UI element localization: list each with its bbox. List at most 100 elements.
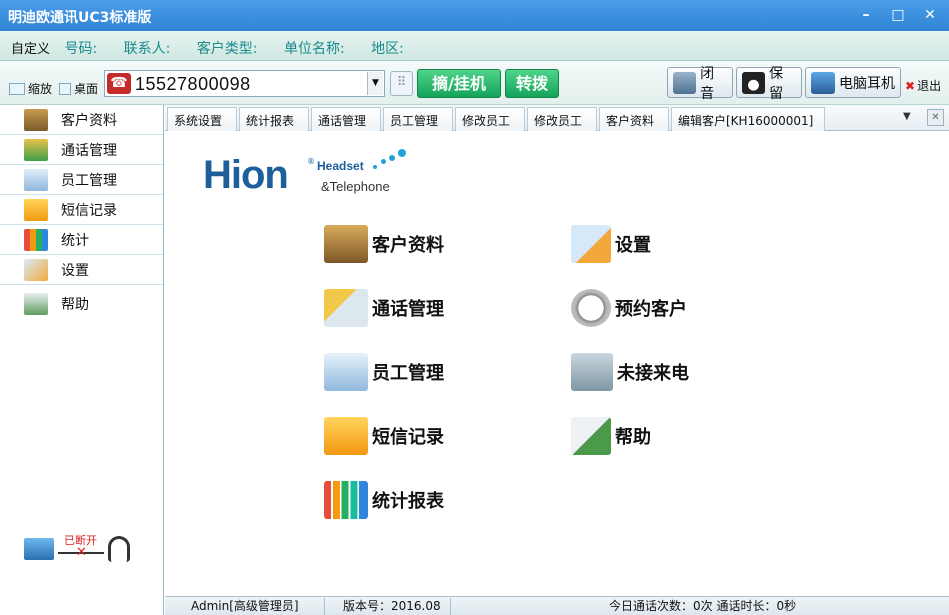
maximize-icon[interactable]: □	[889, 6, 907, 24]
field-customer-type: 客户类型:	[196, 41, 258, 57]
sidebar-item-label: 短信记录	[61, 202, 117, 219]
tab-edit-customer[interactable]: 编辑客户[KH16000001]	[671, 107, 825, 131]
hion-logo: Hion ® Headset &Telephone	[203, 149, 413, 203]
call-manage-icon	[24, 138, 48, 161]
sidebar-item-label: 通话管理	[61, 142, 117, 159]
headphones-icon	[742, 71, 766, 94]
menu-stats-report-label: 统计报表	[372, 491, 444, 512]
menu-missed-calls-label: 未接来电	[617, 363, 689, 384]
call-manage-icon	[324, 289, 368, 327]
menu-calls[interactable]: 通话管理	[324, 289, 444, 327]
close-icon[interactable]: ✕	[927, 109, 944, 126]
status-bar: Admin[高级管理员] 版本号：2016.08 今日通话次数：0次 通话时长：…	[165, 596, 949, 615]
shrink-toggle[interactable]: 缩放	[9, 80, 52, 97]
close-icon[interactable]: ✕	[921, 6, 939, 24]
desktop-toggle[interactable]: 桌面	[59, 80, 98, 97]
sidebar-item-label: 统计	[61, 232, 89, 249]
chevron-down-icon[interactable]: ▼	[903, 111, 911, 122]
status-user: Admin[高级管理员]	[187, 598, 325, 615]
pc-headset-button[interactable]: 电脑耳机	[805, 67, 901, 98]
tab-edit-staff-2[interactable]: 修改员工	[527, 107, 597, 131]
menu-stats-report[interactable]: 统计报表	[324, 481, 444, 519]
window-title: 明迪欧通讯UC3标准版	[8, 10, 152, 26]
exit-button[interactable]: ✖ 退出	[905, 77, 941, 94]
sidebar-item-label: 帮助	[61, 297, 89, 313]
connection-status: 已断开 ✕	[24, 534, 134, 566]
sidebar-item-sms[interactable]: 短信记录	[0, 195, 163, 225]
tab-edit-staff-1[interactable]: 修改员工	[455, 107, 525, 131]
menu-customer[interactable]: 客户资料	[324, 225, 444, 263]
status-today-calls: 今日通话次数：0次 通话时长：0秒	[609, 599, 797, 613]
custom-label[interactable]: 自定义	[11, 42, 50, 57]
phone-number-combo[interactable]: ☎ 15527800098 ▼	[104, 70, 385, 97]
disconnected-icon: ✕	[76, 545, 87, 560]
sidebar-item-stats[interactable]: 统计	[0, 225, 163, 255]
field-region: 地区:	[371, 41, 404, 57]
staff-icon	[324, 353, 368, 391]
tab-call-manage[interactable]: 通话管理	[311, 107, 381, 131]
logo-line2: &Telephone	[321, 179, 390, 194]
help-icon	[24, 293, 48, 315]
computer-icon	[24, 538, 54, 560]
shrink-icon	[9, 82, 25, 95]
close-icon: ✖	[905, 78, 916, 93]
customer-icon	[324, 225, 368, 263]
shrink-label: 缩放	[28, 82, 53, 96]
transfer-button[interactable]: 转拨	[505, 69, 559, 98]
help-icon	[571, 417, 611, 455]
logo-dot	[381, 159, 386, 164]
logo-dot	[373, 165, 377, 169]
hold-label: 保留	[769, 65, 784, 102]
menu-customer-label: 客户资料	[372, 235, 444, 256]
staff-icon	[24, 168, 48, 191]
menu-settings-label: 设置	[615, 235, 651, 256]
headset-icon	[108, 536, 130, 562]
menu-sms[interactable]: 短信记录	[324, 417, 444, 455]
settings-icon	[24, 258, 48, 281]
sidebar-item-customer[interactable]: 客户资料	[0, 105, 163, 135]
minimize-icon[interactable]: –	[857, 6, 875, 24]
envelope-icon	[24, 198, 48, 221]
menu-appointments[interactable]: 预约客户	[571, 289, 687, 327]
home-panel: Hion ® Headset &Telephone 客户资料 通话管理 员工管理…	[165, 131, 949, 596]
tab-bar: 系统设置 统计报表 通话管理 员工管理 修改员工 修改员工 客户资料 编辑客户[…	[165, 105, 949, 131]
sidebar-item-staff[interactable]: 员工管理	[0, 165, 163, 195]
menu-settings[interactable]: 设置	[571, 225, 651, 263]
hold-button[interactable]: 保留	[736, 66, 802, 102]
sidebar-item-help[interactable]: 帮助	[0, 285, 163, 323]
menu-missed-calls[interactable]: 未接来电	[571, 353, 689, 391]
chevron-down-icon[interactable]: ▼	[367, 72, 383, 95]
menu-calls-label: 通话管理	[372, 299, 444, 320]
sidebar-item-calls[interactable]: 通话管理	[0, 135, 163, 165]
tab-system-settings[interactable]: 系统设置	[167, 107, 237, 131]
caller-info-row: 自定义 号码: 联系人: 客户类型: 单位名称: 地区:	[0, 31, 949, 61]
logo-line1: Headset	[317, 159, 364, 173]
mute-label: 闭音	[700, 65, 715, 102]
logo-dot	[389, 155, 395, 161]
keypad-icon[interactable]: ⠿	[390, 71, 413, 96]
phone-number-input[interactable]: 15527800098	[135, 74, 251, 95]
sidebar-item-label: 客户资料	[61, 112, 117, 129]
sidebar-item-label: 员工管理	[61, 172, 117, 189]
envelope-icon	[324, 417, 368, 455]
menu-help-label: 帮助	[615, 427, 651, 448]
bar-chart-icon	[24, 228, 48, 251]
sidebar: 客户资料 通话管理 员工管理 短信记录 统计 设置 帮助 已断开 ✕	[0, 105, 164, 615]
customer-icon	[24, 108, 48, 131]
tab-stats-report[interactable]: 统计报表	[239, 107, 309, 131]
menu-sms-label: 短信记录	[372, 427, 444, 448]
tab-customer-info[interactable]: 客户资料	[599, 107, 669, 131]
menu-help[interactable]: 帮助	[571, 417, 651, 455]
pickup-hangup-button[interactable]: 摘/挂机	[417, 69, 501, 98]
bar-chart-icon	[324, 481, 368, 519]
mute-button[interactable]: 闭音	[667, 66, 733, 102]
tab-staff-manage[interactable]: 员工管理	[383, 107, 453, 131]
telephone-icon: ☎	[107, 73, 131, 94]
sidebar-item-settings[interactable]: 设置	[0, 255, 163, 285]
desktop-label: 桌面	[74, 82, 99, 96]
exit-label: 退出	[917, 79, 942, 93]
logo-dot	[398, 149, 406, 157]
field-company: 单位名称:	[283, 41, 345, 57]
menu-staff[interactable]: 员工管理	[324, 353, 444, 391]
window-controls: – □ ✕	[857, 6, 939, 24]
